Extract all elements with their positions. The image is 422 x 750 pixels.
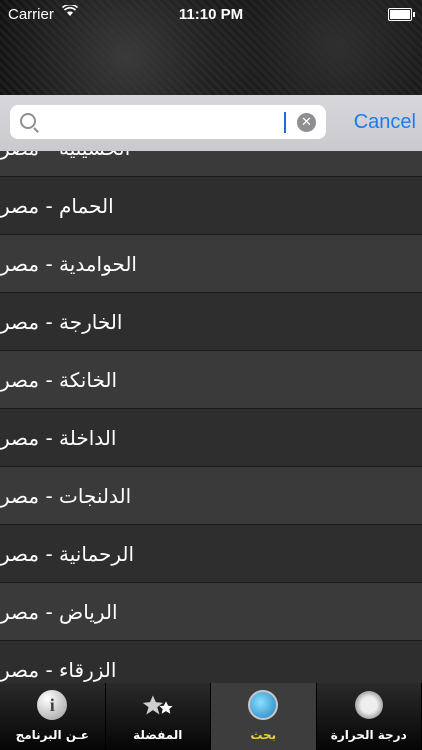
list-item[interactable]: الحمام - مصر: [0, 177, 422, 235]
tab-about-label: عـن البرنامج: [15, 728, 89, 742]
list-item[interactable]: الدلنجات - مصر: [0, 467, 422, 525]
info-icon: i: [36, 689, 68, 721]
tab-temperature[interactable]: درجة الحرارة: [317, 683, 422, 750]
list-item-label: الداخلة - مصر: [0, 425, 117, 450]
tab-search-label: بحث: [250, 728, 277, 742]
tab-bar: i عـن البرنامج المفضلة بحث درجة الحرارة: [0, 683, 422, 750]
search-input[interactable]: [46, 111, 276, 135]
clear-icon[interactable]: ✕: [297, 113, 316, 132]
status-bar: Carrier 11:10 PM: [0, 0, 422, 30]
cancel-button[interactable]: Cancel: [336, 111, 416, 134]
list-item-label: الدلنجات - مصر: [0, 483, 132, 508]
list-item[interactable]: الرياض - مصر: [0, 583, 422, 641]
list-item-label: الحسينية - مصر: [0, 151, 130, 160]
list-item-label: الخارجة - مصر: [0, 309, 123, 334]
list-item[interactable]: الرحمانية - مصر: [0, 525, 422, 583]
search-field[interactable]: ✕: [10, 105, 326, 139]
list-item[interactable]: الخارجة - مصر: [0, 293, 422, 351]
tab-favorites[interactable]: المفضلة: [106, 683, 211, 750]
list-item[interactable]: الزرقاء - مصر: [0, 641, 422, 683]
list-item-label: الخانكة - مصر: [0, 367, 118, 392]
list-item[interactable]: الحوامدية - مصر: [0, 235, 422, 293]
tab-favorites-label: المفضلة: [133, 728, 183, 742]
search-bar: ✕ Cancel: [0, 95, 422, 151]
tab-temperature-label: درجة الحرارة: [330, 728, 407, 742]
tab-about[interactable]: i عـن البرنامج: [0, 683, 106, 750]
list-item[interactable]: الحسينية - مصر: [0, 151, 422, 177]
list-item-label: الرحمانية - مصر: [0, 541, 135, 566]
battery-level: [390, 10, 410, 19]
search-globe-icon: [247, 689, 279, 721]
list-item-label: الزرقاء - مصر: [0, 657, 117, 682]
stars-icon: [142, 689, 174, 721]
list-item[interactable]: الداخلة - مصر: [0, 409, 422, 467]
list-item-label: الرياض - مصر: [0, 599, 118, 624]
status-time: 11:10 PM: [178, 6, 244, 23]
list-item-label: الحوامدية - مصر: [0, 251, 137, 276]
tab-search[interactable]: بحث: [211, 683, 317, 750]
battery-icon: [388, 8, 415, 21]
list-item-label: الحمام - مصر: [0, 193, 114, 218]
header-background: Carrier 11:10 PM: [0, 0, 422, 95]
results-list-inner: الحسينية - مصر الحمام - مصر الحوامدية - مص…: [0, 151, 422, 683]
weather-icon: [353, 689, 385, 721]
results-list[interactable]: الحسينية - مصر الحمام - مصر الحوامدية - مص…: [0, 151, 422, 683]
list-item[interactable]: الخانكة - مصر: [0, 351, 422, 409]
search-icon: [20, 113, 36, 129]
text-cursor: [284, 112, 286, 133]
